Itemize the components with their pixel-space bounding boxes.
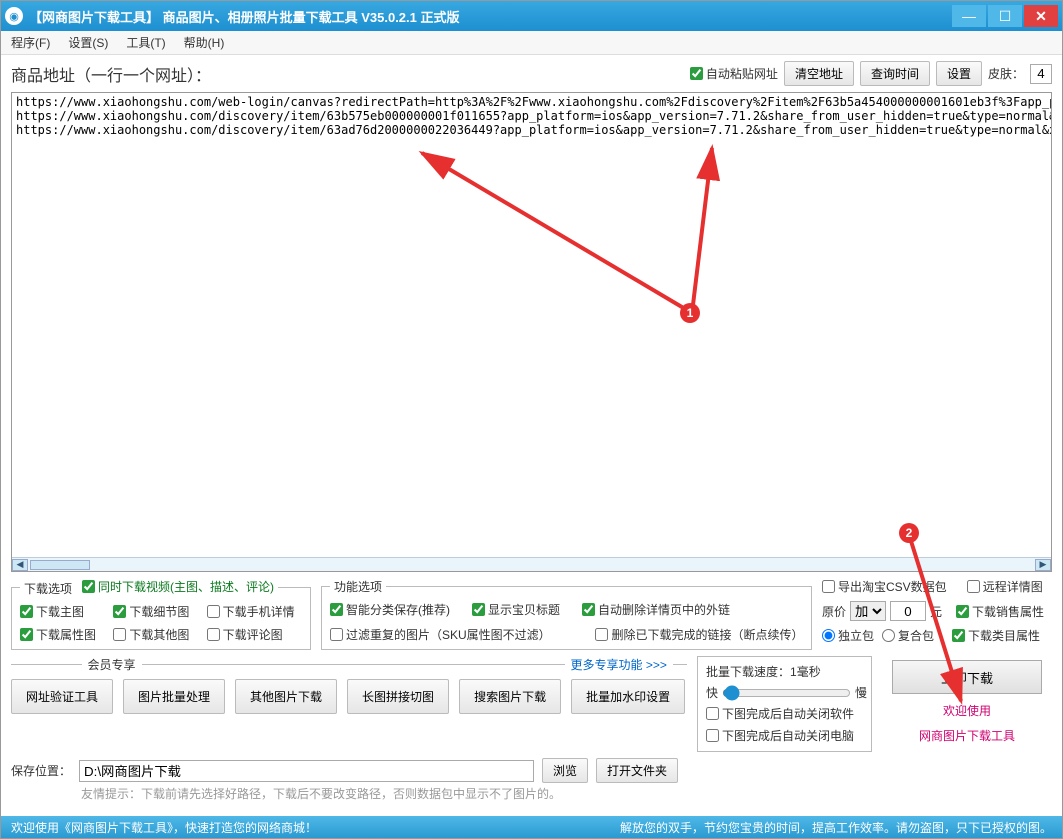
tool-name-text: 网商图片下载工具: [919, 727, 1015, 744]
main-window: { "titlebar": { "icon_glyph": "◉", "titl…: [0, 0, 1063, 839]
opt-smart-save[interactable]: 智能分类保存(推荐): [330, 601, 450, 618]
price-op-select[interactable]: 加: [850, 601, 886, 621]
vip-section: 会员专享 更多专享功能 >>> 网址验证工具 图片批量处理 其他图片下载 长图拼…: [11, 656, 687, 752]
price-row: 原价 加 元 下载销售属性: [822, 601, 1052, 621]
scroll-track[interactable]: [28, 559, 1035, 571]
pack-single-radio[interactable]: 独立包: [822, 627, 874, 644]
func-options-fieldset: 功能选项 智能分类保存(推荐) 显示宝贝标题 自动删除详情页中的外链 过滤重复的…: [321, 578, 812, 650]
speed-slider[interactable]: [722, 685, 851, 701]
vip-legend: 会员专享 更多专享功能 >>>: [11, 656, 687, 673]
vip-more-link[interactable]: 更多专享功能 >>>: [571, 656, 667, 673]
func-options-legend: 功能选项: [330, 578, 386, 595]
browse-button[interactable]: 浏览: [542, 758, 588, 783]
save-row: 保存位置： 浏览 打开文件夹: [1, 752, 1062, 785]
opt-filter-dup[interactable]: 过滤重复的图片（SKU属性图不过滤）: [330, 626, 573, 643]
opt-detail-img[interactable]: 下载细节图: [113, 603, 196, 620]
clear-button[interactable]: 清空地址: [784, 61, 854, 86]
options-row: 下载选项 同时下载视频(主图、描述、评论) 下载主图 下载细节图 下载手机详情 …: [1, 572, 1062, 650]
simul-video-checkbox[interactable]: 同时下载视频(主图、描述、评论): [82, 578, 274, 595]
download-options-grid: 下载主图 下载细节图 下载手机详情 下载属性图 下载其他图 下载评论图: [20, 603, 302, 643]
scroll-right-icon[interactable]: ▶: [1035, 559, 1051, 571]
titlebar: ◉ 【网商图片下载工具】 商品图片、相册照片批量下载工具 V35.0.2.1 正…: [1, 1, 1062, 31]
skin-input[interactable]: [1030, 64, 1052, 84]
lower-row: 会员专享 更多专享功能 >>> 网址验证工具 图片批量处理 其他图片下载 长图拼…: [1, 650, 1062, 752]
speed-slow-label: 慢: [855, 684, 867, 701]
opt-comment-img[interactable]: 下载评论图: [207, 626, 302, 643]
opt-mobile-detail[interactable]: 下载手机详情: [207, 603, 302, 620]
menu-settings[interactable]: 设置(S): [68, 34, 108, 51]
speed-title: 批量下载速度：1毫秒: [706, 663, 863, 680]
auto-paste-checkbox[interactable]: 自动粘贴网址: [690, 65, 778, 82]
vip-legend-label: 会员专享: [88, 656, 136, 673]
vip-url-verify[interactable]: 网址验证工具: [11, 679, 113, 714]
download-options-legend: 下载选项 同时下载视频(主图、描述、评论): [20, 578, 278, 597]
close-button[interactable]: ✕: [1024, 5, 1058, 27]
remote-detail-checkbox[interactable]: 远程详情图: [967, 578, 1043, 595]
status-left: 欢迎使用《网商图片下载工具》，快速打造您的网络商城！: [11, 819, 317, 836]
vip-long-image[interactable]: 长图拼接切图: [347, 679, 449, 714]
speed-box: 批量下载速度：1毫秒 快 慢 下图完成后自动关闭软件 下图完成后自动关闭电脑: [697, 656, 872, 752]
pack-combo-radio[interactable]: 复合包: [882, 627, 934, 644]
auto-paste-label: 自动粘贴网址: [706, 65, 778, 82]
scroll-left-icon[interactable]: ◀: [12, 559, 28, 571]
skin-label: 皮肤：: [988, 65, 1024, 82]
download-button[interactable]: 立即下载: [892, 660, 1042, 694]
save-label: 保存位置：: [11, 762, 71, 779]
url-textarea[interactable]: [12, 93, 1051, 559]
window-buttons: — ☐ ✕: [952, 5, 1058, 27]
window-title: 【网商图片下载工具】 商品图片、相册照片批量下载工具 V35.0.2.1 正式版: [29, 7, 952, 26]
menu-program[interactable]: 程序(F): [11, 34, 50, 51]
query-time-button[interactable]: 查询时间: [860, 61, 930, 86]
menubar: 程序(F) 设置(S) 工具(T) 帮助(H): [1, 31, 1062, 55]
minimize-button[interactable]: —: [952, 5, 986, 27]
vip-other-download[interactable]: 其他图片下载: [235, 679, 337, 714]
vip-search-download[interactable]: 搜索图片下载: [459, 679, 561, 714]
speed-slider-row: 快 慢: [706, 684, 863, 701]
status-right: 解放您的双手，节约您宝贵的时间，提高工作效率。请勿盗图，只下已授权的图。: [620, 819, 1052, 836]
export-csv-checkbox[interactable]: 导出淘宝CSV数据包: [822, 578, 947, 595]
opt-delete-done[interactable]: 删除已下载完成的链接（断点续传）: [595, 626, 803, 643]
opt-main-img[interactable]: 下载主图: [20, 603, 103, 620]
menu-help[interactable]: 帮助(H): [184, 34, 225, 51]
price-label: 原价: [822, 603, 846, 620]
price-unit: 元: [930, 603, 942, 620]
vip-buttons: 网址验证工具 图片批量处理 其他图片下载 长图拼接切图 搜索图片下载 批量加水印…: [11, 679, 687, 714]
url-heading: 商品地址（一行一个网址）：: [11, 62, 211, 86]
opt-show-title[interactable]: 显示宝贝标题: [472, 601, 560, 618]
download-box: 立即下载 欢迎使用 网商图片下载工具: [882, 656, 1052, 752]
app-icon: ◉: [5, 7, 23, 25]
menu-tools[interactable]: 工具(T): [126, 34, 165, 51]
opt-other-img[interactable]: 下载其他图: [113, 626, 196, 643]
right-column: 导出淘宝CSV数据包 远程详情图 原价 加 元 下载销售属性 独立包 复合包 下…: [822, 578, 1052, 650]
maximize-button[interactable]: ☐: [988, 5, 1022, 27]
download-options-fieldset: 下载选项 同时下载视频(主图、描述、评论) 下载主图 下载细节图 下载手机详情 …: [11, 578, 311, 650]
horizontal-scrollbar[interactable]: ◀ ▶: [12, 557, 1051, 571]
url-area: ◀ ▶ 1: [11, 92, 1052, 572]
statusbar: 欢迎使用《网商图片下载工具》，快速打造您的网络商城！ 解放您的双手，节约您宝贵的…: [1, 816, 1062, 838]
top-controls: 商品地址（一行一个网址）： 自动粘贴网址 清空地址 查询时间 设置 皮肤：: [1, 55, 1062, 92]
settings-button[interactable]: 设置: [936, 61, 982, 86]
class-attr-checkbox[interactable]: 下载类目属性: [952, 627, 1040, 644]
opt-attr-img[interactable]: 下载属性图: [20, 626, 103, 643]
open-folder-button[interactable]: 打开文件夹: [596, 758, 678, 783]
after-close-app[interactable]: 下图完成后自动关闭软件: [706, 705, 854, 722]
vip-watermark[interactable]: 批量加水印设置: [571, 679, 685, 714]
opt-remove-links[interactable]: 自动删除详情页中的外链: [582, 601, 730, 618]
price-value-input[interactable]: [890, 601, 926, 621]
scroll-thumb[interactable]: [30, 560, 90, 570]
sale-attr-checkbox[interactable]: 下载销售属性: [956, 603, 1044, 620]
welcome-text: 欢迎使用: [943, 702, 991, 719]
after-close-pc[interactable]: 下图完成后自动关闭电脑: [706, 727, 854, 744]
save-path-input[interactable]: [79, 760, 534, 782]
hint-text: 友情提示：下载前请先选择好路径，下载后不要改变路径，否则数据包中显示不了图片的。: [1, 785, 1062, 806]
vip-batch-process[interactable]: 图片批量处理: [123, 679, 225, 714]
speed-fast-label: 快: [706, 684, 718, 701]
auto-paste-input[interactable]: [690, 67, 703, 80]
